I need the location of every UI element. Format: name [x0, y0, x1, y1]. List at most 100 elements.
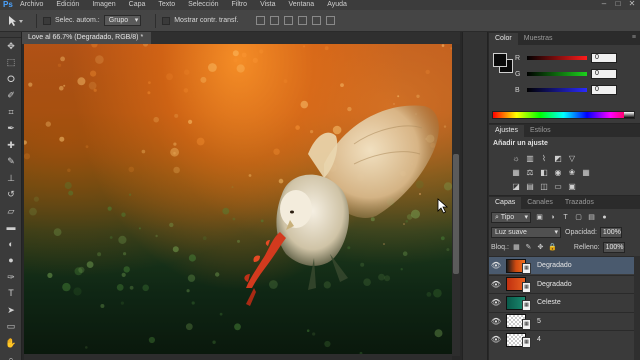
type-tool[interactable]: T — [0, 286, 22, 303]
visibility-eye-icon[interactable]: 👁 — [489, 261, 503, 270]
green-slider[interactable] — [527, 72, 587, 76]
menu-item[interactable]: Ayuda — [327, 0, 347, 10]
history-brush-tool[interactable]: ↺ — [0, 187, 22, 204]
visibility-eye-icon[interactable]: 👁 — [489, 280, 503, 289]
tool-preset-picker[interactable] — [6, 14, 30, 28]
close-button[interactable]: ✕ — [628, 0, 636, 8]
dodge-tool[interactable]: ● — [0, 253, 22, 270]
red-slider[interactable] — [527, 56, 587, 60]
layer-name[interactable]: Degradado — [537, 262, 572, 269]
threshold-icon[interactable]: ◫ — [539, 182, 549, 192]
align-top-icon[interactable] — [256, 16, 266, 25]
selective-color-icon[interactable]: ▣ — [567, 182, 577, 192]
minimize-button[interactable]: – — [600, 0, 608, 8]
color-balance-icon[interactable]: ⚖ — [525, 168, 535, 178]
auto-select-checkbox[interactable] — [43, 16, 51, 25]
align-bottom-icon[interactable] — [284, 16, 294, 25]
crop-tool[interactable]: ⌗ — [0, 104, 22, 121]
zoom-tool[interactable]: ⌕ — [0, 352, 22, 360]
align-right-icon[interactable] — [326, 16, 336, 25]
tab-layers[interactable]: Capas — [489, 197, 522, 209]
blue-value-field[interactable]: 0 — [591, 85, 617, 95]
menu-item[interactable]: Edición — [56, 0, 79, 10]
tab-adjustments[interactable]: Ajustes — [489, 125, 524, 137]
color-spectrum-bar[interactable] — [492, 111, 635, 119]
lock-position-icon[interactable]: ✥ — [536, 243, 545, 252]
eraser-tool[interactable]: ▱ — [0, 203, 22, 220]
align-left-icon[interactable] — [298, 16, 308, 25]
levels-icon[interactable]: ▥ — [525, 154, 535, 164]
menu-item[interactable]: Ventana — [289, 0, 315, 10]
layer-name[interactable]: Celeste — [537, 299, 561, 306]
healing-tool[interactable]: ✚ — [0, 137, 22, 154]
menu-item[interactable]: Archivo — [20, 0, 43, 10]
filter-type-icon[interactable]: T — [561, 213, 570, 222]
layer-row[interactable]: 👁 ▦ 4 — [489, 330, 640, 348]
exposure-icon[interactable]: ◩ — [553, 154, 563, 164]
tab-swatches[interactable]: Muestras — [518, 33, 559, 45]
black-white-icon[interactable]: ◧ — [539, 168, 549, 178]
tab-color[interactable]: Color — [489, 33, 518, 45]
tab-styles[interactable]: Estilos — [524, 125, 557, 137]
document-tab[interactable]: Love al 66.7% (Degradado, RGB/8) * — [22, 32, 152, 44]
document-canvas[interactable] — [24, 44, 452, 356]
visibility-eye-icon[interactable]: 👁 — [489, 298, 503, 307]
layer-name[interactable]: 4 — [537, 336, 541, 343]
photo-filter-icon[interactable]: ◉ — [553, 168, 563, 178]
layer-row[interactable]: 👁 ▦ Celeste — [489, 293, 640, 311]
menu-item[interactable]: Texto — [158, 0, 175, 10]
quick-select-tool[interactable]: ✐ — [0, 88, 22, 105]
layer-name[interactable]: 5 — [537, 318, 541, 325]
invert-icon[interactable]: ◪ — [511, 182, 521, 192]
tab-paths[interactable]: Trazados — [559, 197, 600, 209]
red-value-field[interactable]: 0 — [591, 53, 617, 63]
canvas-vertical-scrollbar[interactable] — [452, 44, 460, 356]
blur-tool[interactable]: ◐ — [0, 236, 22, 253]
stamp-tool[interactable]: ⊥ — [0, 170, 22, 187]
posterize-icon[interactable]: ▤ — [525, 182, 535, 192]
blend-mode-dropdown[interactable]: Luz suave — [491, 226, 561, 238]
visibility-eye-icon[interactable]: 👁 — [489, 335, 503, 344]
layer-row[interactable]: 👁 ▦ 5 — [489, 311, 640, 330]
path-select-tool[interactable]: ➤ — [0, 302, 22, 319]
canvas-horizontal-scrollbar[interactable] — [24, 354, 452, 360]
green-value-field[interactable]: 0 — [591, 69, 617, 79]
layer-kind-filter[interactable]: ⌕ Tipo — [491, 211, 531, 223]
foreground-color-swatch[interactable] — [493, 53, 507, 67]
marquee-tool[interactable]: ⬚ — [0, 55, 22, 72]
menu-item[interactable]: Filtro — [232, 0, 248, 10]
align-middle-icon[interactable] — [270, 16, 280, 25]
hand-tool[interactable]: ✋ — [0, 335, 22, 352]
lasso-tool[interactable]: ⵔ — [0, 71, 22, 88]
eyedropper-tool[interactable]: ✒ — [0, 121, 22, 138]
panel-menu-icon[interactable]: ≡ — [632, 34, 636, 41]
channel-mixer-icon[interactable]: ❀ — [567, 168, 577, 178]
layers-scrollbar[interactable] — [634, 256, 640, 360]
color-lookup-icon[interactable]: ▦ — [581, 168, 591, 178]
layer-row[interactable]: 👁 ▦ Degradado — [489, 274, 640, 293]
filter-adjustment-icon[interactable]: ◑ — [548, 213, 557, 222]
layer-row[interactable]: 👁 ▦ Degradado — [489, 256, 640, 274]
blue-slider[interactable] — [527, 88, 587, 92]
pen-tool[interactable]: ✑ — [0, 269, 22, 286]
lock-transparency-icon[interactable]: ▦ — [512, 243, 521, 252]
brightness-icon[interactable]: ☼ — [511, 154, 521, 164]
menu-item[interactable]: Imagen — [92, 0, 115, 10]
visibility-eye-icon[interactable]: 👁 — [489, 317, 503, 326]
hue-saturation-icon[interactable]: ▦ — [511, 168, 521, 178]
lock-pixels-icon[interactable]: ✎ — [524, 243, 533, 252]
scroll-thumb[interactable] — [453, 154, 459, 274]
lock-all-icon[interactable]: 🔒 — [548, 243, 557, 252]
filter-toggle-icon[interactable]: ● — [600, 213, 609, 222]
shape-tool[interactable]: ▭ — [0, 319, 22, 336]
filter-smart-object-icon[interactable]: ▤ — [587, 213, 596, 222]
curves-icon[interactable]: ⌇ — [539, 154, 549, 164]
align-center-icon[interactable] — [312, 16, 322, 25]
menu-item[interactable]: Selección — [188, 0, 218, 10]
move-tool[interactable]: ✥ — [0, 38, 22, 55]
brush-tool[interactable]: ✎ — [0, 154, 22, 171]
filter-pixel-icon[interactable]: ▣ — [535, 213, 544, 222]
auto-select-dropdown[interactable]: Grupo — [103, 15, 142, 26]
gradient-map-icon[interactable]: ▭ — [553, 182, 563, 192]
vibrance-icon[interactable]: ▽ — [567, 154, 577, 164]
